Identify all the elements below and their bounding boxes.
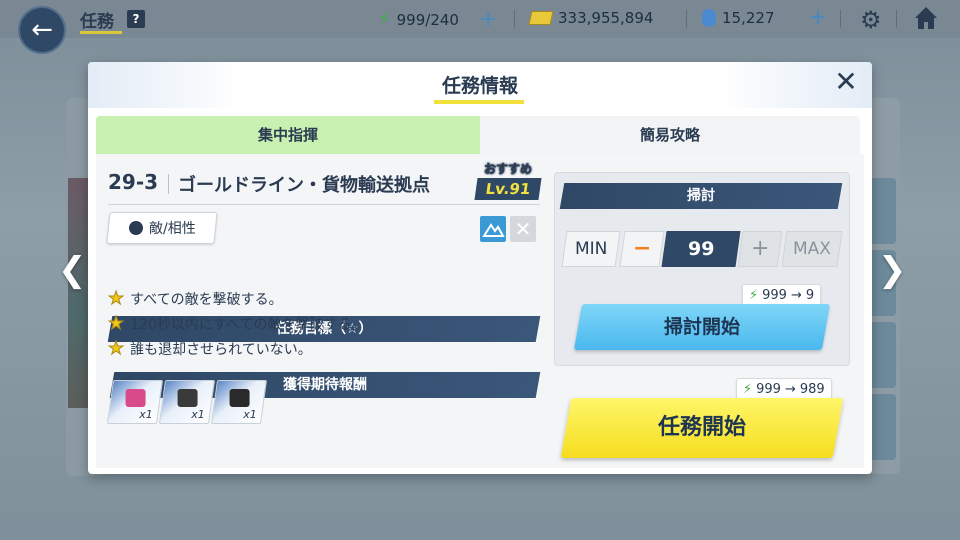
mission-cost-to: 989 [799, 381, 825, 397]
pyroxene-gem-icon [702, 9, 716, 27]
disabled-close-icon: ✕ [510, 216, 536, 242]
reward-quantity: x1 [139, 408, 154, 421]
gear-icon[interactable]: ⚙ [860, 6, 882, 34]
resource-divider [514, 10, 515, 28]
ap-bolt-icon: ⚡ [378, 9, 391, 30]
pyroxene-add-button[interactable]: + [809, 7, 827, 29]
sweep-max-button[interactable]: MAX [781, 231, 843, 267]
back-arrow-icon: ← [31, 15, 53, 45]
recommended-level: Lv.91 [474, 178, 542, 200]
goal-item: ★ 誰も退却させられていない。 [107, 338, 312, 360]
sweep-cost-to: 9 [805, 287, 815, 303]
enemy-affinity-label: 敵/相性 [148, 221, 196, 237]
sweep-decrease-button[interactable]: − [619, 231, 665, 267]
goal-item: ★ すべての敵を撃破する。 [107, 288, 283, 310]
sweep-count-value[interactable]: 99 [661, 231, 741, 267]
dialog-title-underline [434, 100, 524, 104]
recommended-level-badge: おすすめ Lv.91 [474, 160, 542, 202]
ap-value: 999/240 [396, 10, 459, 29]
goal-text: 誰も退却させられていない。 [130, 341, 312, 358]
pyroxene-value: 15,227 [722, 9, 775, 27]
background-list-tile [868, 394, 896, 460]
reward-item[interactable]: x1 [210, 380, 268, 424]
help-button[interactable]: ? [127, 10, 145, 28]
enemy-affinity-button[interactable]: 敵/相性 [106, 212, 218, 244]
star-icon: ★ [107, 288, 125, 310]
credits-value: 333,955,894 [558, 9, 654, 27]
sweep-cost-from: 999 [762, 287, 787, 303]
sweep-start-button[interactable]: 掃討開始 [573, 304, 831, 350]
pyroxene-resource: 15,227 + [702, 7, 827, 29]
reward-quantity: x1 [191, 408, 206, 421]
goal-text: すべての敵を撃破する。 [130, 291, 283, 308]
sweep-min-button[interactable]: MIN [561, 231, 621, 267]
resource-divider [686, 10, 687, 28]
ap-bolt-icon: ⚡ [749, 287, 759, 303]
screen-title: 任務 [80, 12, 114, 32]
reward-item[interactable]: x1 [106, 380, 164, 424]
mission-start-button[interactable]: 任務開始 [560, 398, 844, 458]
dialog-title: 任務情報 [441, 75, 518, 97]
mission-cost-from: 999 [756, 381, 781, 397]
ap-add-button[interactable]: + [479, 8, 497, 30]
home-icon[interactable] [912, 4, 940, 32]
previous-stage-arrow-icon[interactable]: ❮ [58, 250, 87, 290]
arrow-right-icon: → [790, 287, 802, 303]
sweep-increase-button[interactable]: + [737, 231, 783, 267]
reward-item-icon [229, 389, 250, 407]
mission-name: ゴールドライン・貨物輸送拠点 [178, 175, 430, 196]
mission-ap-cost: ⚡ 999 → 989 [736, 378, 832, 400]
back-button[interactable]: ← [18, 6, 66, 54]
goal-item: ★ 120秒以内にすべての敵を撃破する。 [107, 313, 366, 335]
terrain-mountain-icon[interactable] [480, 216, 506, 242]
ap-resource: ⚡ 999/240 + [378, 8, 497, 30]
screen-title-underline [80, 31, 122, 34]
sweep-header: 掃討 [559, 183, 843, 209]
goal-text: 120秒以内にすべての敵を撃破する。 [130, 316, 366, 333]
mission-title-rule [108, 204, 540, 205]
ap-bolt-icon: ⚡ [743, 381, 753, 397]
tab-quick-strategy[interactable]: 簡易攻略 [480, 116, 860, 154]
star-icon: ★ [107, 338, 125, 360]
credits-icon [528, 11, 554, 25]
arrow-right-icon: → [784, 381, 796, 397]
tab-focused-command[interactable]: 集中指揮 [96, 116, 480, 154]
close-icon[interactable]: ✕ [832, 68, 860, 96]
reward-quantity: x1 [243, 408, 258, 421]
enemy-face-icon [128, 221, 143, 235]
next-stage-arrow-icon[interactable]: ❯ [878, 250, 907, 290]
star-icon: ★ [107, 313, 125, 335]
background-list-tile [868, 322, 896, 388]
mission-title-divider [168, 174, 169, 194]
resource-divider [840, 10, 841, 28]
mission-id: 29-3 [108, 170, 159, 194]
reward-item-icon [177, 389, 198, 407]
recommended-label: おすすめ [483, 162, 533, 177]
sweep-ap-cost: ⚡ 999 → 9 [742, 284, 822, 306]
reward-item[interactable]: x1 [158, 380, 216, 424]
reward-item-icon [125, 389, 146, 407]
resource-divider [896, 10, 897, 28]
credits-resource: 333,955,894 [528, 9, 654, 27]
background-list-tile [868, 178, 896, 244]
